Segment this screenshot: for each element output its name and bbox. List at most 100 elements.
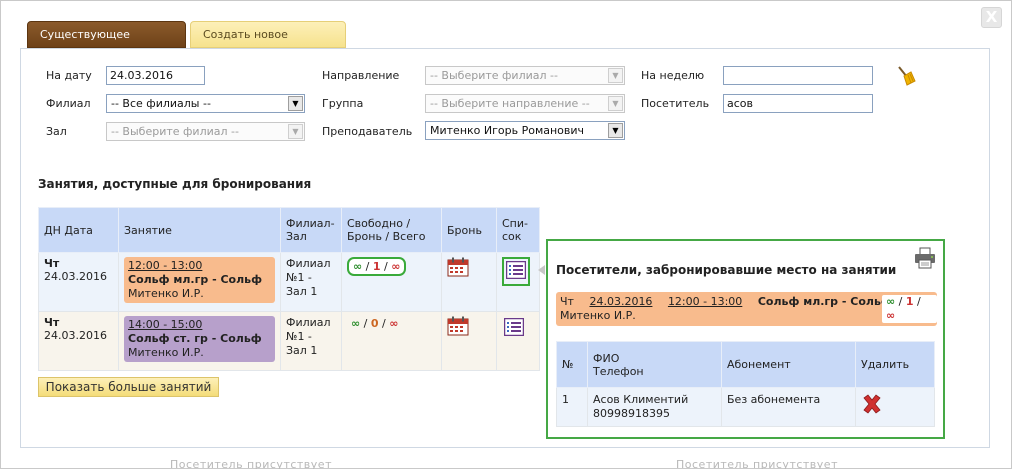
free-count: ∞	[886, 295, 896, 308]
table-row: 1 Асов Климентий 80998918395 Без абонеме…	[556, 387, 935, 427]
session-teacher: Митенко И.Р.	[128, 346, 204, 359]
popup-title: Посетители, забронировавшие место на зан…	[556, 263, 897, 277]
group-select: -- Выберите направление -- ▼	[425, 94, 625, 113]
teacher-select-value: Митенко Игорь Романович	[430, 124, 585, 137]
session-teacher: Митенко И.Р.	[128, 287, 204, 300]
dropdown-arrow-icon: ▼	[608, 68, 623, 83]
calendar-icon[interactable]	[447, 316, 469, 339]
capacity-badge[interactable]: ∞ / 1 / ∞	[347, 257, 407, 276]
teacher-label: Преподаватель	[322, 125, 413, 138]
close-button[interactable]: X	[981, 7, 1002, 28]
branch-select[interactable]: -- Все филиалы -- ▼	[106, 94, 305, 113]
tab-existing-session[interactable]: Существующее занятие	[27, 21, 186, 67]
session-name: Сольф ст. гр - Сольф	[128, 332, 262, 345]
col-header-subscription: Абонемент	[721, 341, 856, 388]
day-name: Чт	[44, 257, 60, 270]
visitors-popup: Посетители, забронировавшие место на зан…	[546, 239, 945, 439]
session-card[interactable]: 12:00 - 13:00 Сольф мл.гр - Сольф Митенк…	[124, 257, 275, 303]
cell-session: 12:00 - 13:00 Сольф мл.гр - Сольф Митенк…	[118, 252, 281, 312]
col-header-free: Свободно / Бронь / Всего	[341, 207, 442, 253]
show-more-button[interactable]: Показать больше занятий	[38, 377, 219, 397]
popup-date[interactable]: 24.03.2016	[589, 295, 652, 308]
list-button[interactable]	[502, 316, 526, 341]
separator: /	[363, 317, 368, 330]
date-label: На дату	[46, 69, 92, 82]
visitor-input[interactable]: асов	[723, 94, 873, 113]
separator: /	[365, 260, 370, 273]
cell-session: 14:00 - 15:00 Сольф ст. гр - Сольф Митен…	[118, 311, 281, 371]
separator: /	[917, 295, 921, 308]
ghost-text-right: Посетитель присутствует	[676, 458, 838, 469]
visitor-name: Асов Климентий	[593, 393, 689, 406]
cell-booking	[441, 311, 497, 371]
group-label: Группа	[322, 97, 364, 110]
popup-session-summary: Чт 24.03.2016 12:00 - 13:00 Сольф мл.гр …	[556, 292, 937, 326]
session-time[interactable]: 14:00 - 15:00	[128, 318, 202, 331]
col-header-branch: Филиал- Зал	[280, 207, 342, 253]
hall-select-value: -- Выберите филиал --	[111, 125, 239, 138]
sessions-table: ДН Дата Занятие Филиал- Зал Свободно / Б…	[38, 207, 540, 371]
list-icon	[503, 317, 525, 339]
list-button[interactable]	[502, 257, 530, 286]
col-header-list: Спи- сок	[496, 207, 540, 253]
popup-session-name: Сольф мл.гр - Сольф	[757, 295, 892, 308]
printer-icon[interactable]	[914, 247, 936, 269]
col-header-delete: Удалить	[855, 341, 935, 388]
session-name: Сольф мл.гр - Сольф	[128, 273, 263, 286]
calendar-icon[interactable]	[447, 257, 469, 280]
popup-teacher: Митенко И.Р.	[560, 309, 636, 322]
teacher-select[interactable]: Митенко Игорь Романович ▼	[425, 121, 625, 140]
total-count: ∞	[391, 260, 401, 273]
list-icon	[505, 260, 527, 282]
dropdown-arrow-icon[interactable]: ▼	[288, 96, 303, 111]
total-count: ∞	[389, 317, 399, 330]
direction-select-value: -- Выберите филиал --	[430, 69, 558, 82]
separator: /	[898, 295, 903, 308]
sessions-title: Занятия, доступные для бронирования	[38, 177, 312, 191]
cell-free: ∞ / 1 / ∞	[341, 252, 442, 312]
session-time[interactable]: 12:00 - 13:00	[128, 259, 202, 272]
visitors-table: № ФИО Телефон Абонемент Удалить 1 Асов К…	[556, 341, 935, 427]
popup-pointer	[538, 265, 545, 275]
session-date: 24.03.2016	[44, 329, 107, 342]
hall-label: Зал	[46, 125, 67, 138]
visitor-subscription: Без абонемента	[721, 387, 856, 427]
cell-day-date: Чт 24.03.2016	[38, 252, 119, 312]
group-select-value: -- Выберите направление --	[430, 97, 590, 110]
dropdown-arrow-icon: ▼	[288, 124, 303, 139]
col-header-day-date: ДН Дата	[38, 207, 119, 253]
session-card[interactable]: 14:00 - 15:00 Сольф ст. гр - Сольф Митен…	[124, 316, 275, 362]
total-count: ∞	[886, 309, 896, 322]
tab-create-session[interactable]: Создать новое занятие	[190, 21, 346, 67]
popup-time[interactable]: 12:00 - 13:00	[668, 295, 742, 308]
hall-select: -- Выберите филиал -- ▼	[106, 122, 305, 141]
cell-booking	[441, 252, 497, 312]
direction-label: Направление	[322, 69, 400, 82]
booked-count: 1	[905, 295, 914, 308]
branch-label: Филиал	[46, 97, 91, 110]
cell-branch: Филиал №1 - Зал 1	[280, 252, 342, 312]
booked-count: 0	[370, 317, 379, 330]
cell-free: ∞ / 0 / ∞	[341, 311, 442, 371]
cell-list	[496, 311, 540, 371]
delete-icon[interactable]	[861, 393, 883, 415]
broom-icon[interactable]	[893, 64, 917, 88]
separator: /	[382, 317, 386, 330]
col-header-booking: Бронь	[441, 207, 497, 253]
col-header-name-phone: ФИО Телефон	[587, 341, 722, 388]
week-label: На неделю	[641, 69, 705, 82]
cell-day-date: Чт 24.03.2016	[38, 311, 119, 371]
popup-capacity: ∞ / 1 / ∞	[882, 295, 937, 323]
table-row: Чт 24.03.2016 14:00 - 15:00 Сольф ст. гр…	[38, 311, 540, 371]
booked-count: 1	[372, 260, 381, 273]
dropdown-arrow-icon: ▼	[608, 96, 623, 111]
date-input[interactable]: 24.03.2016	[106, 66, 205, 85]
free-count: ∞	[351, 317, 361, 330]
table-row: Чт 24.03.2016 12:00 - 13:00 Сольф мл.гр …	[38, 252, 540, 312]
visitor-number: 1	[556, 387, 588, 427]
ghost-text-left: Посетитель присутствует	[170, 458, 332, 469]
dropdown-arrow-icon[interactable]: ▼	[608, 123, 623, 138]
week-input[interactable]	[723, 66, 873, 85]
session-date: 24.03.2016	[44, 270, 107, 283]
capacity-badge[interactable]: ∞ / 0 / ∞	[347, 316, 402, 331]
